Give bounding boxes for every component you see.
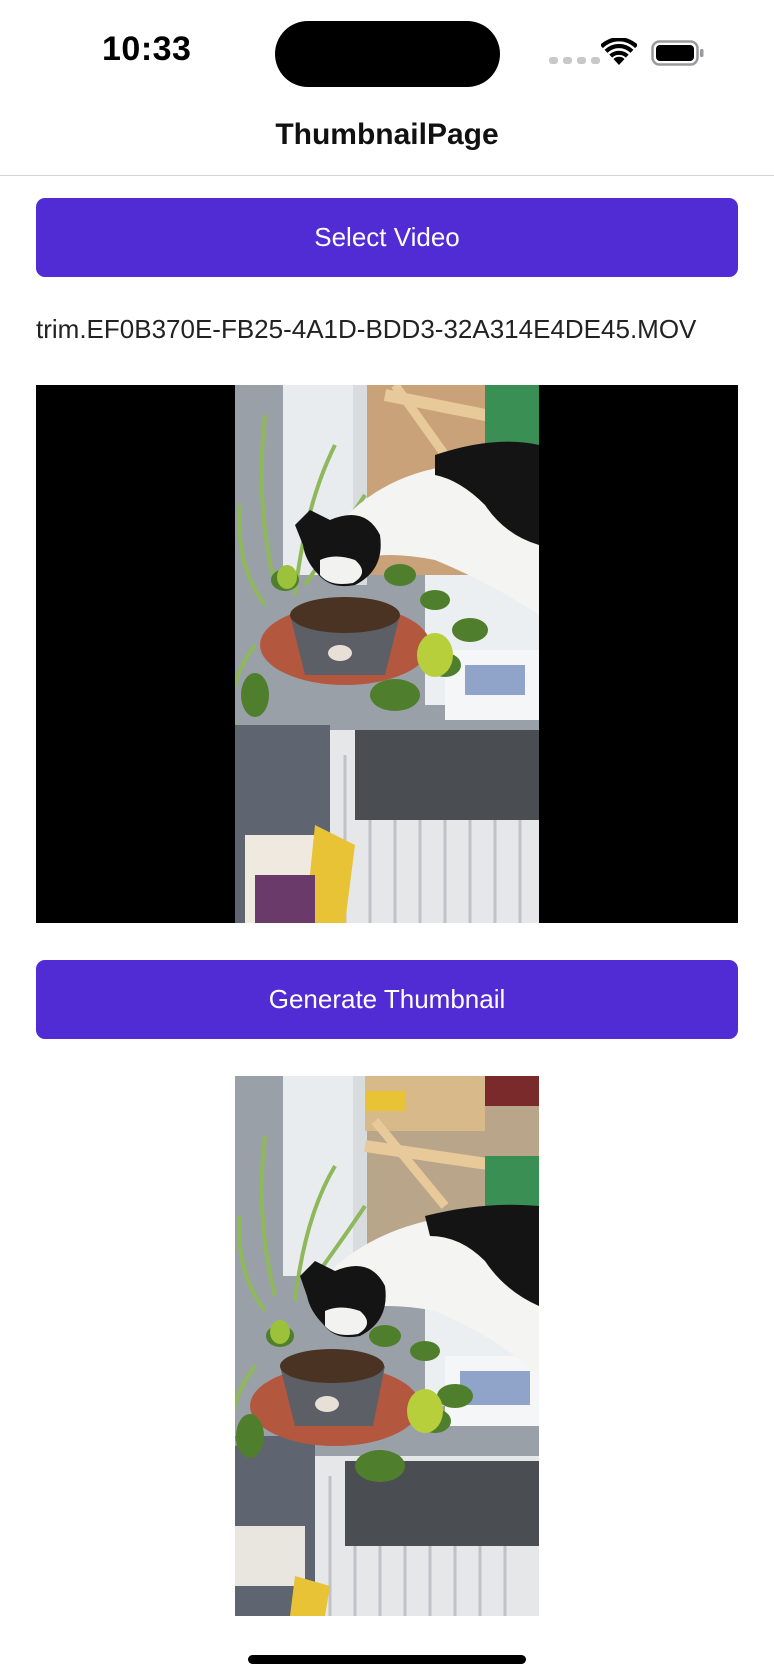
file-name-label: trim.EF0B370E-FB25-4A1D-BDD3-32A314E4DE4… — [36, 314, 697, 344]
video-frame-image — [235, 385, 539, 923]
status-time: 10:33 — [102, 30, 192, 68]
navigation-bar: ThumbnailPage — [0, 106, 774, 176]
thumbnail-image — [235, 1076, 539, 1616]
home-indicator[interactable] — [248, 1655, 526, 1664]
cellular-signal-icon — [549, 57, 600, 64]
wifi-icon — [601, 38, 637, 66]
dynamic-island — [275, 21, 500, 87]
battery-icon — [651, 40, 705, 66]
generate-thumbnail-button[interactable]: Generate Thumbnail — [36, 960, 738, 1039]
page-title: ThumbnailPage — [275, 118, 499, 151]
status-bar: 10:33 — [0, 0, 774, 106]
select-video-button[interactable]: Select Video — [36, 198, 738, 277]
video-player[interactable] — [36, 385, 738, 923]
